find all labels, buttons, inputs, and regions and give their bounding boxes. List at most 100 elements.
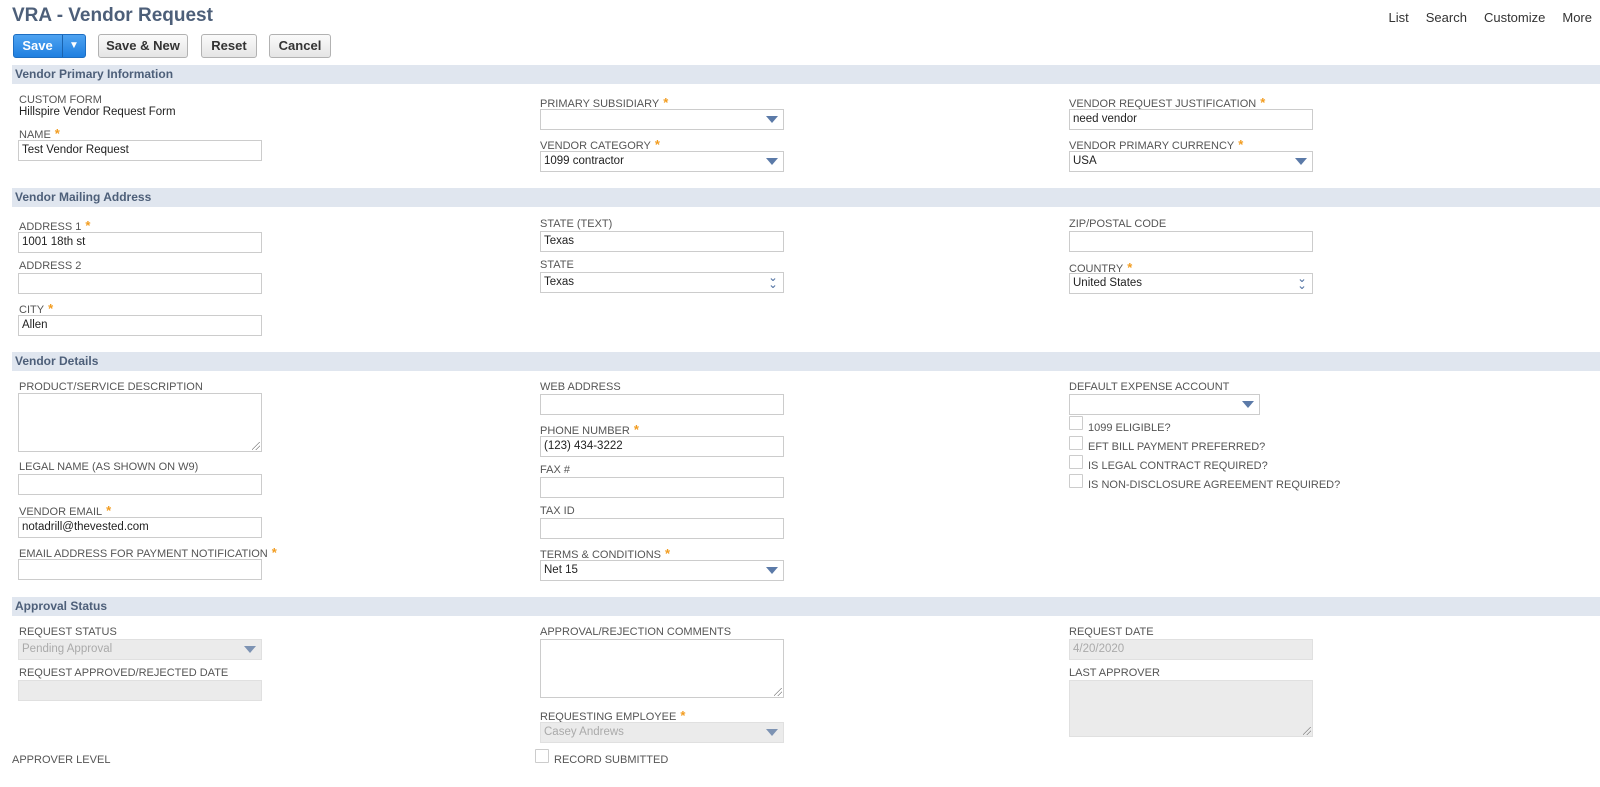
record-submitted-checkbox[interactable] xyxy=(535,749,549,763)
phone-label: PHONE NUMBER * xyxy=(540,422,639,437)
last-approver-textarea xyxy=(1069,680,1313,737)
product-description-textarea[interactable] xyxy=(18,393,262,452)
required-mark: * xyxy=(1260,95,1266,110)
approver-level-label: APPROVER LEVEL xyxy=(12,754,111,766)
dropdown-arrow-icon xyxy=(244,646,256,653)
approval-comments-textarea[interactable] xyxy=(540,639,784,698)
address2-label: ADDRESS 2 xyxy=(19,260,82,272)
name-label: NAME * xyxy=(19,126,60,141)
subsidiary-label: PRIMARY SUBSIDIARY * xyxy=(540,95,669,110)
dropdown-arrow-icon xyxy=(1242,401,1254,408)
vendor-category-select[interactable]: 1099 contractor xyxy=(540,151,784,172)
dropdown-arrow-icon xyxy=(766,567,778,574)
custom-form-value: Hillspire Vendor Request Form xyxy=(19,106,176,118)
more-link[interactable]: More xyxy=(1562,10,1592,25)
required-mark: * xyxy=(654,137,660,152)
terms-label: TERMS & CONDITIONS * xyxy=(540,546,671,561)
save-and-new-button[interactable]: Save & New xyxy=(98,34,188,58)
state-label: STATE xyxy=(540,259,574,271)
vendor-email-label: VENDOR EMAIL * xyxy=(19,503,112,518)
approved-date-field xyxy=(18,680,262,701)
section-header-approval[interactable]: Approval Status xyxy=(12,597,1600,616)
name-field[interactable]: Test Vendor Request xyxy=(18,140,262,161)
requesting-employee-select: Casey Andrews xyxy=(540,722,784,743)
save-dropdown-icon[interactable]: ▼ xyxy=(62,35,85,57)
page-title: VRA - Vendor Request xyxy=(12,5,213,26)
1099-eligible-label: 1099 ELIGIBLE? xyxy=(1088,422,1171,434)
required-mark: * xyxy=(680,708,686,723)
required-mark: * xyxy=(633,422,639,437)
dropdown-arrow-icon xyxy=(766,729,778,736)
web-address-label: WEB ADDRESS xyxy=(540,381,621,393)
required-mark: * xyxy=(1238,137,1244,152)
currency-select[interactable]: USA xyxy=(1069,151,1313,172)
justification-field[interactable]: need vendor xyxy=(1069,109,1313,130)
eft-payment-checkbox[interactable] xyxy=(1069,436,1083,450)
zip-label: ZIP/POSTAL CODE xyxy=(1069,218,1167,230)
subsidiary-select[interactable] xyxy=(540,109,784,130)
required-mark: * xyxy=(106,503,112,518)
zip-field[interactable] xyxy=(1069,231,1313,252)
list-link[interactable]: List xyxy=(1389,10,1409,25)
payment-email-field[interactable] xyxy=(18,559,262,580)
required-mark: * xyxy=(85,218,91,233)
customize-link[interactable]: Customize xyxy=(1484,10,1545,25)
search-link[interactable]: Search xyxy=(1426,10,1467,25)
vendor-email-field[interactable]: notadrill@thevested.com xyxy=(18,517,262,538)
request-status-select: Pending Approval xyxy=(18,639,262,660)
reset-button[interactable]: Reset xyxy=(201,34,257,58)
product-description-label: PRODUCT/SERVICE DESCRIPTION xyxy=(19,381,203,393)
resize-grip-icon[interactable] xyxy=(774,688,782,696)
nda-checkbox[interactable] xyxy=(1069,474,1083,488)
tax-id-label: TAX ID xyxy=(540,505,575,517)
legal-name-field[interactable] xyxy=(18,474,262,495)
cancel-button[interactable]: Cancel xyxy=(269,34,331,58)
terms-select[interactable]: Net 15 xyxy=(540,560,784,581)
address1-field[interactable]: 1001 18th st xyxy=(18,232,262,253)
required-mark: * xyxy=(271,545,277,560)
state-select[interactable]: Texas ⌄ ⌄ xyxy=(540,272,784,293)
1099-eligible-checkbox[interactable] xyxy=(1069,416,1083,430)
web-address-field[interactable] xyxy=(540,394,784,415)
dropdown-arrow-icon xyxy=(1295,158,1307,165)
expense-account-label: DEFAULT EXPENSE ACCOUNT xyxy=(1069,381,1230,393)
required-mark: * xyxy=(48,301,54,316)
resize-grip-icon xyxy=(1303,727,1311,735)
save-button[interactable]: Save ▼ xyxy=(13,34,86,58)
currency-label: VENDOR PRIMARY CURRENCY * xyxy=(1069,137,1244,152)
tax-id-field[interactable] xyxy=(540,518,784,539)
required-mark: * xyxy=(665,546,671,561)
double-chevron-down-icon: ⌄ ⌄ xyxy=(768,272,778,291)
resize-grip-icon[interactable] xyxy=(252,442,260,450)
dropdown-arrow-icon xyxy=(766,116,778,123)
top-links: List Search Customize More xyxy=(1372,10,1592,25)
section-header-mailing[interactable]: Vendor Mailing Address xyxy=(12,188,1600,207)
payment-email-label: EMAIL ADDRESS FOR PAYMENT NOTIFICATION * xyxy=(19,545,277,560)
double-chevron-down-icon: ⌄ ⌄ xyxy=(1297,273,1307,292)
fax-field[interactable] xyxy=(540,477,784,498)
section-header-primary[interactable]: Vendor Primary Information xyxy=(12,65,1600,84)
nda-label: IS NON-DISCLOSURE AGREEMENT REQUIRED? xyxy=(1088,479,1341,491)
city-label: CITY * xyxy=(19,301,54,316)
request-date-label: REQUEST DATE xyxy=(1069,626,1154,638)
legal-contract-checkbox[interactable] xyxy=(1069,455,1083,469)
fax-label: FAX # xyxy=(540,464,570,476)
state-text-field[interactable]: Texas xyxy=(540,231,784,252)
state-text-label: STATE (TEXT) xyxy=(540,218,613,230)
country-select[interactable]: United States ⌄ ⌄ xyxy=(1069,273,1313,294)
address1-label: ADDRESS 1 * xyxy=(19,218,91,233)
approval-comments-label: APPROVAL/REJECTION COMMENTS xyxy=(540,626,732,638)
expense-account-select[interactable] xyxy=(1069,394,1260,415)
requesting-employee-label: REQUESTING EMPLOYEE * xyxy=(540,708,686,723)
last-approver-label: LAST APPROVER xyxy=(1069,667,1160,679)
vendor-category-label: VENDOR CATEGORY * xyxy=(540,137,660,152)
section-header-details[interactable]: Vendor Details xyxy=(12,352,1600,371)
address2-field[interactable] xyxy=(18,273,262,294)
phone-field[interactable]: (123) 434-3222 xyxy=(540,436,784,457)
custom-form-label: CUSTOM FORM xyxy=(19,94,102,106)
required-mark: * xyxy=(54,126,60,141)
legal-name-label: LEGAL NAME (AS SHOWN ON W9) xyxy=(19,461,199,473)
record-submitted-label: RECORD SUBMITTED xyxy=(554,754,669,766)
city-field[interactable]: Allen xyxy=(18,315,262,336)
eft-payment-label: EFT BILL PAYMENT PREFERRED? xyxy=(1088,441,1266,453)
